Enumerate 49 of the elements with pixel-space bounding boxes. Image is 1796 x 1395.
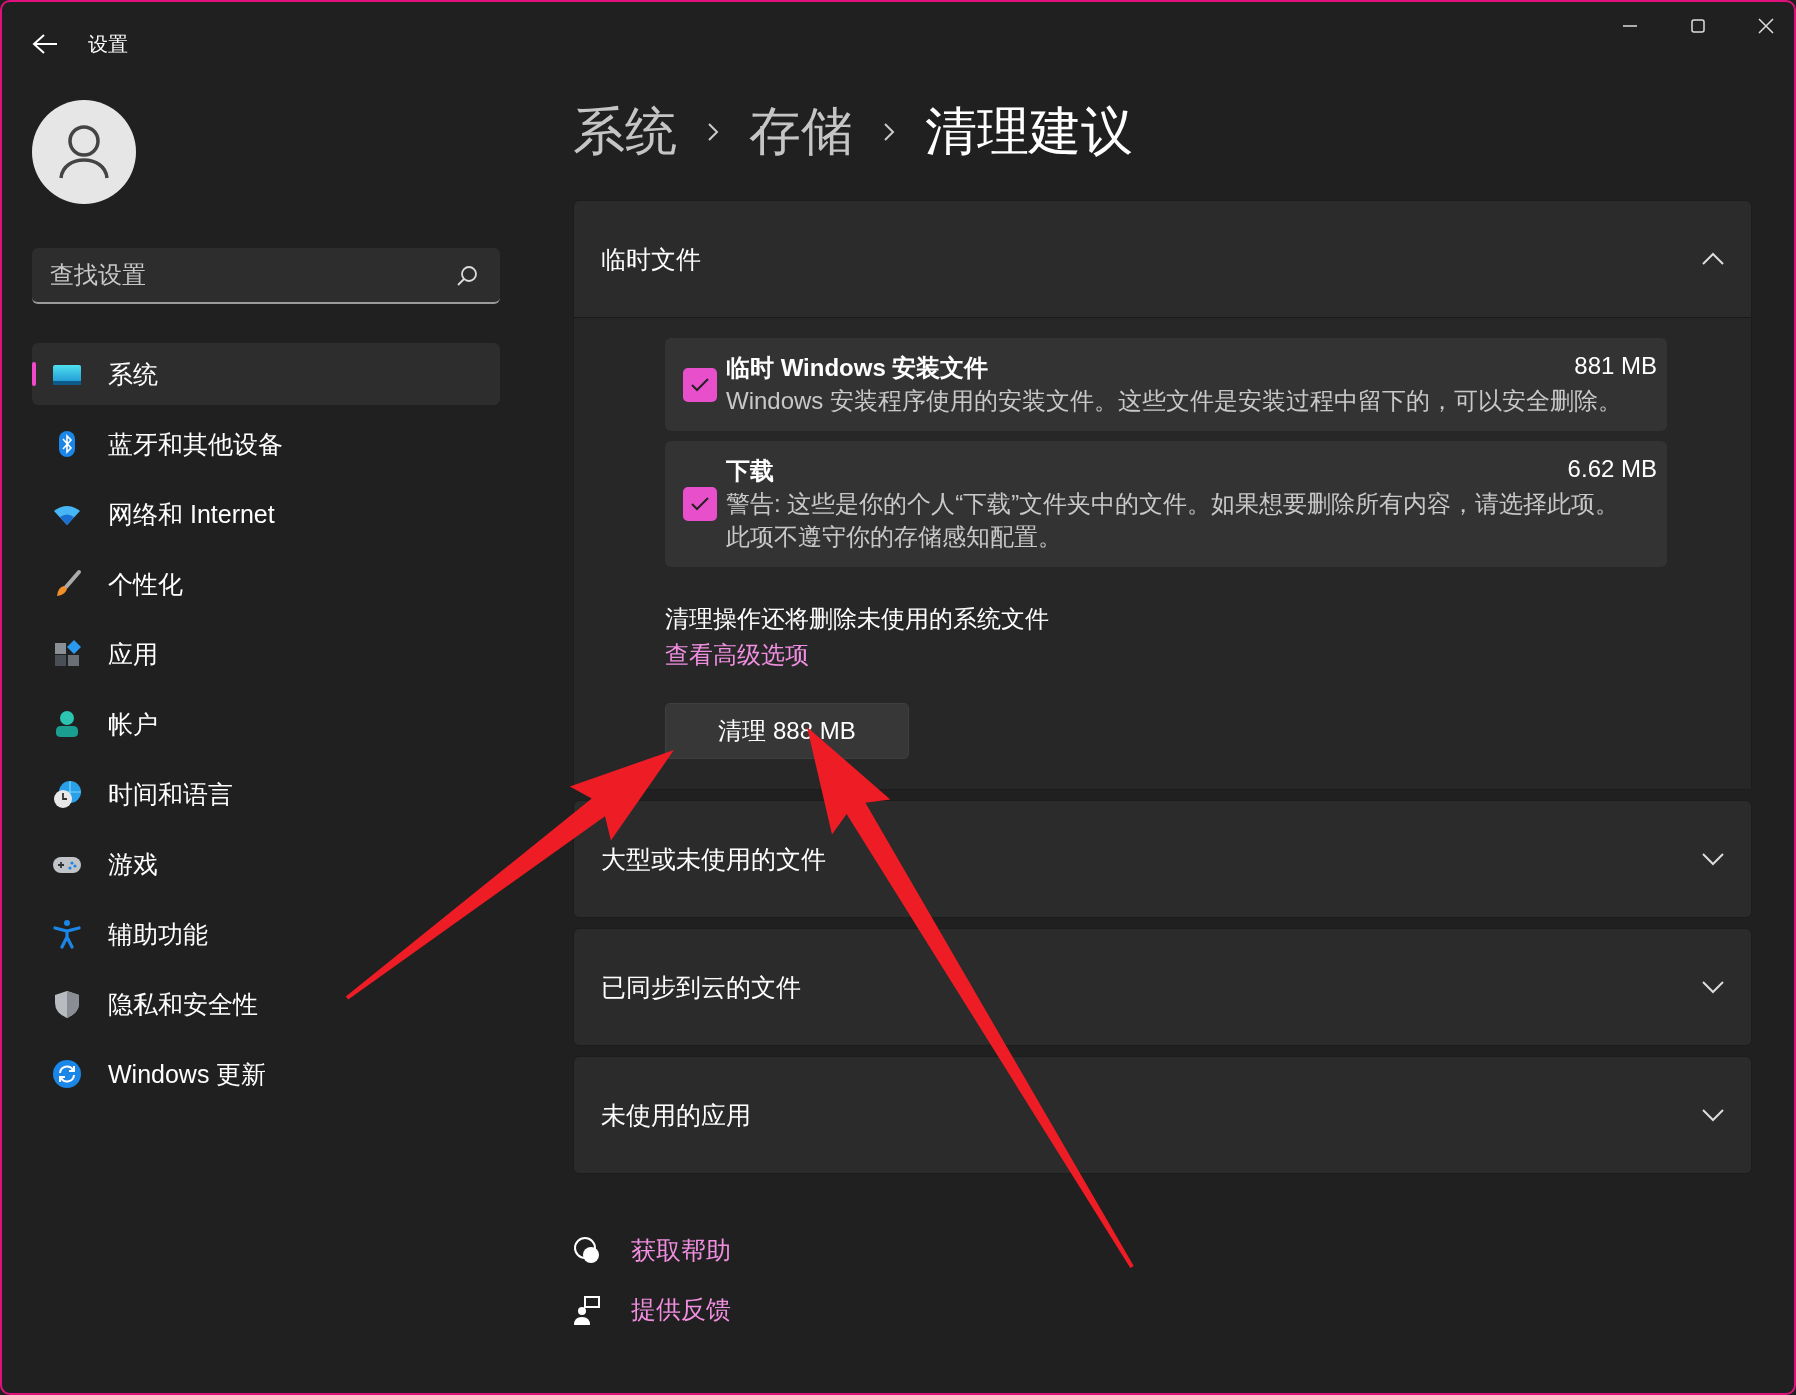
chevron-up-icon (1701, 252, 1725, 266)
expander-header[interactable]: 已同步到云的文件 (574, 929, 1751, 1045)
chevron-down-icon (1701, 980, 1725, 994)
sidebar-item[interactable]: 网络和 Internet (32, 483, 500, 545)
refresh-icon (52, 1059, 82, 1089)
option-title: 下载 (726, 456, 774, 486)
help-link[interactable]: 获取帮助 (631, 1234, 731, 1267)
window-title: 设置 (88, 31, 128, 57)
expander-header[interactable]: 临时文件 (574, 201, 1751, 317)
sidebar-item[interactable]: 帐户 (32, 693, 500, 755)
sidebar-item[interactable]: 应用 (32, 623, 500, 685)
advanced-options-link[interactable]: 查看高级选项 (665, 639, 809, 671)
apps-icon (52, 639, 82, 669)
sidebar-item[interactable]: 个性化 (32, 553, 500, 615)
chevron-down-icon (1701, 852, 1725, 866)
sidebar-item[interactable]: 蓝牙和其他设备 (32, 413, 500, 475)
expander-header[interactable]: 大型或未使用的文件 (574, 801, 1751, 917)
checkmark-icon (690, 496, 710, 512)
option-description: Windows 安装程序使用的安装文件。这些文件是安装过程中留下的，可以安全删除。 (726, 386, 1624, 416)
sidebar-item[interactable]: 游戏 (32, 833, 500, 895)
expander-header[interactable]: 未使用的应用 (574, 1057, 1751, 1173)
page-title: 清理建议 (925, 101, 1133, 162)
breadcrumb-link[interactable]: 系统 (573, 97, 677, 167)
sidebar-item[interactable]: 隐私和安全性 (32, 973, 500, 1035)
breadcrumb-link[interactable]: 存储 (749, 97, 853, 167)
info-text: 清理操作还将删除未使用的系统文件 (665, 604, 1050, 634)
person-icon (58, 124, 110, 180)
checkbox[interactable] (683, 367, 717, 402)
chevron-down-icon (1701, 1108, 1725, 1122)
selection-indicator (32, 362, 36, 386)
sidebar-item[interactable]: 时间和语言 (32, 763, 500, 825)
search-field[interactable]: 查找设置 (32, 248, 500, 304)
sidebar-item[interactable]: 辅助功能 (32, 903, 500, 965)
sidebar-item[interactable]: Windows 更新 (32, 1043, 500, 1105)
checkmark-icon (690, 376, 710, 393)
file-size: 6.62 MB (1567, 455, 1657, 484)
option-title: 临时 Windows 安装文件 (726, 353, 989, 383)
back-icon[interactable] (32, 33, 58, 55)
shield-icon (52, 989, 82, 1019)
file-size: 881 MB (1574, 352, 1657, 381)
search-icon (456, 265, 478, 287)
option-description: 警告: 这些是你的个人“下载”文件夹中的文件。如果想要删除所有内容，请选择此项。此项不遵守你的存储感知配置。 (726, 489, 1621, 552)
checkbox[interactable] (683, 487, 717, 521)
sidebar-item[interactable]: 系统 (32, 343, 500, 405)
help-link[interactable]: 提供反馈 (631, 1293, 731, 1326)
accessibility-icon (52, 919, 82, 949)
feedback-icon (573, 1294, 601, 1325)
help-bubble-icon (573, 1235, 601, 1266)
globe-clock-icon (52, 779, 82, 809)
